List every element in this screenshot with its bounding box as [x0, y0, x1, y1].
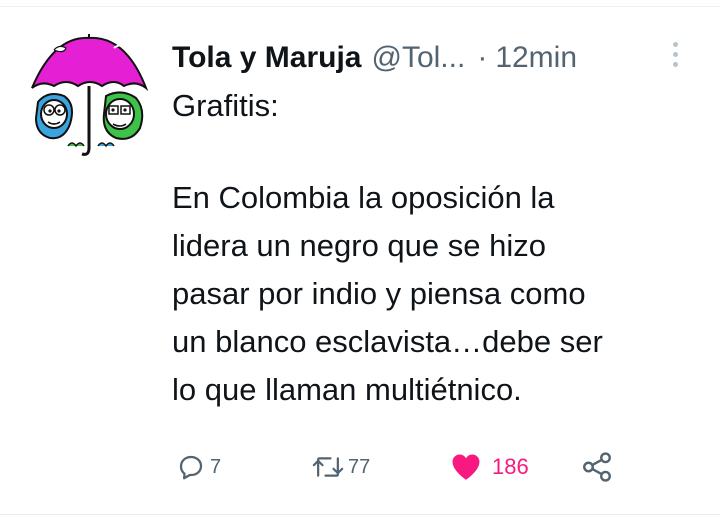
tweet-header: Tola y Maruja @Tol... · 12min	[172, 38, 702, 78]
retweet-button[interactable]: 77	[312, 442, 370, 492]
like-count: 186	[492, 454, 529, 479]
avatar[interactable]	[24, 30, 154, 160]
tweet-text: Grafitis: En Colombia la oposición la li…	[172, 82, 692, 414]
reply-button[interactable]: 7	[176, 442, 221, 492]
reply-icon	[179, 455, 203, 480]
share-button[interactable]	[580, 442, 614, 492]
reply-count: 7	[210, 455, 222, 478]
tweet-text-line: pasar por indio y piensa como	[172, 276, 586, 311]
heart-icon	[452, 454, 480, 480]
bottom-divider	[0, 514, 720, 515]
tweet-actions: 7 77 186	[0, 442, 720, 492]
tweet-timestamp[interactable]: 12min	[495, 38, 577, 78]
like-button[interactable]: 186	[448, 442, 529, 492]
share-icon	[583, 452, 611, 482]
author-handle[interactable]: @Tol...	[372, 38, 466, 78]
umbrella-cartoon-avatar-icon	[31, 34, 149, 156]
header-separator: ·	[477, 41, 488, 74]
tweet-text-line: En Colombia la oposición la	[172, 180, 555, 215]
retweet-count: 77	[348, 455, 371, 478]
tweet-text-line: un blanco esclavista…debe ser	[172, 324, 603, 359]
author-display-name[interactable]: Tola y Maruja	[172, 38, 362, 78]
retweet-icon	[312, 457, 344, 477]
tweet-text-line: lidera un negro que se hizo	[172, 228, 546, 263]
top-divider	[0, 6, 720, 7]
more-options-icon[interactable]	[660, 34, 690, 74]
tweet-text-line: Grafitis:	[172, 88, 279, 123]
tweet-text-line: lo que llaman multiétnico.	[172, 372, 522, 407]
